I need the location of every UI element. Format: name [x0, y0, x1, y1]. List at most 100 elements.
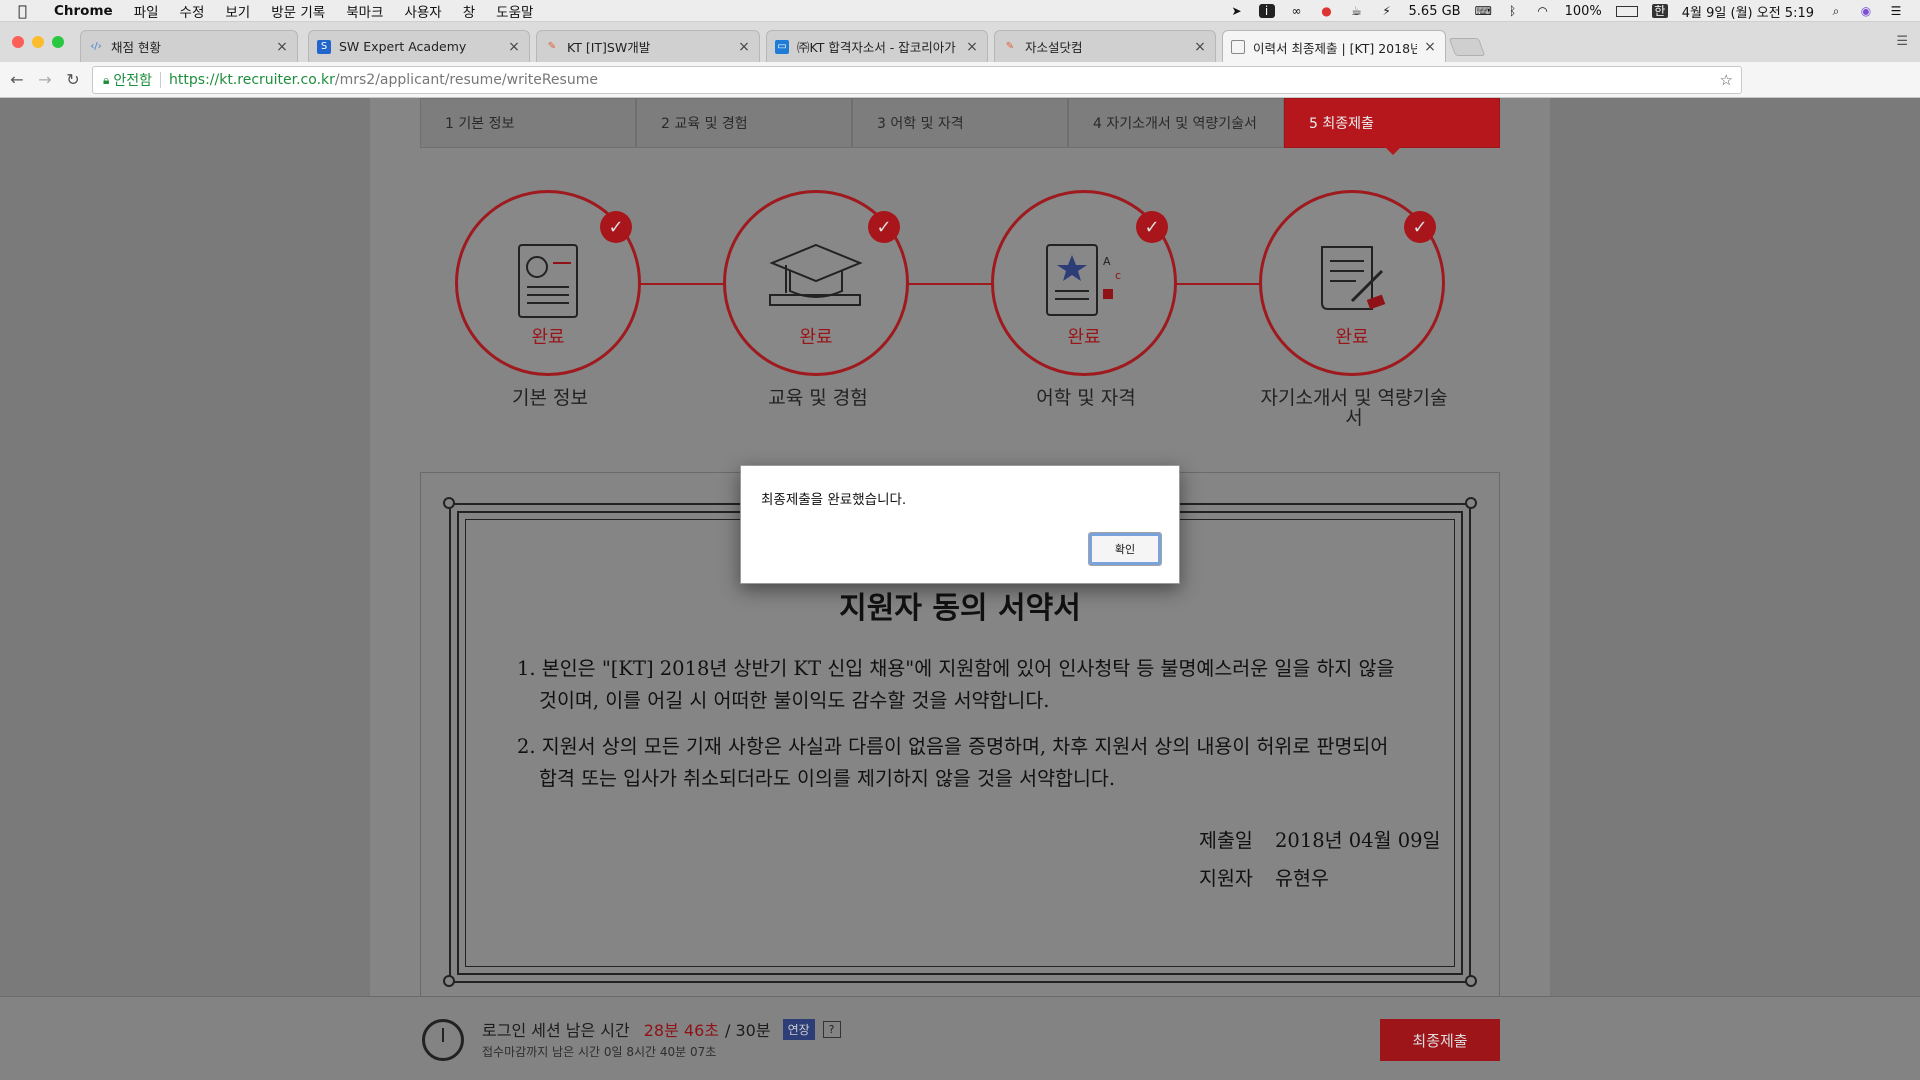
menu-bookmarks[interactable]: 북마크: [346, 1, 383, 21]
close-tab-icon[interactable]: ×: [1193, 39, 1207, 55]
session-bar: 로그인 세션 남은 시간 28분 46초 / 30분 연장 ? 접수마감까지 남…: [0, 996, 1920, 1080]
tab-kt-sw[interactable]: ✎ KT [IT]SW개발 ×: [536, 30, 760, 62]
check-icon: ✓: [600, 211, 632, 243]
border-ornament: [1465, 975, 1477, 987]
forward-icon[interactable]: →: [34, 70, 56, 89]
apple-menu-icon[interactable]: : [18, 2, 40, 20]
battery-icon[interactable]: [1615, 5, 1638, 17]
extend-session-button[interactable]: 연장: [782, 1018, 815, 1040]
progress-label: 어학 및 자격: [1036, 387, 1136, 409]
session-label: 로그인 세션 남은 시간: [482, 1021, 630, 1040]
submission-date-label: 제출일: [1199, 829, 1253, 852]
final-submit-button[interactable]: 최종제출: [1380, 1019, 1500, 1061]
profile-menu-icon[interactable]: ☰: [1896, 34, 1908, 49]
session-timer: 로그인 세션 남은 시간 28분 46초 / 30분 연장 ?: [482, 1017, 841, 1041]
session-total: / 30분: [725, 1021, 771, 1040]
tab-title: 자소설닷컴: [1025, 40, 1083, 55]
siri-icon[interactable]: ◉: [1858, 4, 1874, 18]
menu-view[interactable]: 보기: [225, 1, 250, 21]
progress-connector: [908, 283, 992, 285]
reload-icon[interactable]: ↻: [62, 70, 84, 89]
step-navigation: 1 기본 정보 2 교육 및 경험 3 어학 및 자격 4 자기소개서 및 역량…: [420, 98, 1500, 155]
menu-window[interactable]: 창: [463, 1, 475, 21]
tab-resume-final[interactable]: 이력서 최종제출 | [KT] 2018년 상 ×: [1222, 30, 1446, 63]
memory-indicator[interactable]: 5.65 GB: [1409, 4, 1461, 19]
done-label: 완료: [1067, 327, 1101, 348]
bookmark-star-icon[interactable]: ☆: [1720, 71, 1733, 89]
close-window-button[interactable]: [12, 36, 24, 48]
menu-people[interactable]: 사용자: [404, 1, 441, 21]
tab-sw-expert-academy[interactable]: S SW Expert Academy ×: [308, 30, 530, 62]
close-tab-icon[interactable]: ×: [507, 39, 521, 55]
menu-edit[interactable]: 수정: [180, 1, 205, 21]
tab-title: ㈜KT 합격자소서 - 잡코리아가 까다: [797, 40, 959, 55]
tab-grading-status[interactable]: ‹/› 채점 현황 ×: [80, 30, 298, 62]
timer-icon: [422, 1019, 464, 1061]
step-education[interactable]: 2 교육 및 경험: [636, 98, 852, 148]
svg-text:A: A: [1103, 255, 1111, 268]
progress-circle: ✓ A c 완료: [991, 190, 1177, 376]
new-tab-button[interactable]: [1448, 38, 1486, 56]
close-tab-icon[interactable]: ×: [1423, 39, 1437, 55]
border-ornament: [443, 975, 455, 987]
menu-help[interactable]: 도움말: [496, 1, 533, 21]
applicant-label: 지원자: [1199, 867, 1253, 890]
wifi-icon[interactable]: ◠: [1535, 4, 1551, 18]
progress-item-basic-info: ✓ 완료 기본 정보: [455, 190, 645, 408]
menu-app-chrome[interactable]: Chrome: [54, 3, 113, 19]
clock[interactable]: 4월 9일 (월) 오전 5:19: [1682, 2, 1814, 21]
tab-jobkorea[interactable]: ▭ ㈜KT 합격자소서 - 잡코리아가 까다 ×: [766, 30, 988, 62]
step-basic-info[interactable]: 1 기본 정보: [420, 98, 636, 148]
alert-dialog: 최종제출을 완료했습니다. 확인: [740, 465, 1180, 584]
deadline-remaining: 접수마감까지 남은 시간 0일 8시간 40분 07초: [482, 1045, 717, 1059]
svg-text:c: c: [1115, 269, 1121, 282]
step-final-submit[interactable]: 5 최종제출: [1284, 98, 1500, 155]
page-viewport: 1 기본 정보 2 교육 및 경험 3 어학 및 자격 4 자기소개서 및 역량…: [0, 98, 1920, 1080]
location-arrow-icon[interactable]: ➤: [1229, 4, 1245, 18]
certificate-icon: A c: [1046, 244, 1121, 316]
app-tray-icon[interactable]: i: [1258, 4, 1275, 18]
done-label: 완료: [531, 327, 565, 348]
coffee-icon[interactable]: ☕: [1349, 4, 1365, 18]
progress-label: 자기소개서 및 역량기술서: [1260, 387, 1448, 429]
input-method-icon[interactable]: ⌨: [1475, 4, 1492, 18]
address-bar[interactable]: 🔒︎ 안전함 https://kt.recruiter.co.kr /mrs2/…: [92, 66, 1742, 94]
progress-circle: ✓ 완료: [723, 190, 909, 376]
url-path: /mrs2/applicant/resume/writeResume: [334, 72, 598, 88]
notification-center-icon[interactable]: ☰: [1888, 4, 1904, 18]
submission-date-row: 제출일 2018년 04월 09일: [1199, 829, 1440, 853]
ok-button[interactable]: 확인: [1088, 532, 1162, 566]
close-tab-icon[interactable]: ×: [737, 39, 751, 55]
oath-list: 1. 본인은 "[KT] 2018년 상반기 KT 신입 채용"에 지원함에 있…: [517, 653, 1407, 809]
close-tab-icon[interactable]: ×: [965, 39, 979, 55]
glasses-icon[interactable]: ∞: [1289, 4, 1305, 18]
step-essay[interactable]: 4 자기소개서 및 역량기술서: [1068, 98, 1284, 148]
progress-connector: [640, 283, 724, 285]
minimize-window-button[interactable]: [32, 36, 44, 48]
spotlight-search-icon[interactable]: ⌕: [1828, 4, 1844, 18]
progress-item-language: ✓ A c 완료 어학 및 자격: [991, 190, 1181, 408]
tab-jasoseol[interactable]: ✎ 자소설닷컴 ×: [994, 30, 1216, 62]
help-button[interactable]: ?: [822, 1020, 841, 1038]
progress-item-education: ✓ 완료 교육 및 경험: [723, 190, 913, 408]
menu-history[interactable]: 방문 기록: [271, 1, 325, 21]
battery-percent[interactable]: 100%: [1565, 4, 1602, 19]
address-separator: [160, 72, 162, 88]
secure-label: 안전함: [113, 73, 153, 89]
zoom-window-button[interactable]: [52, 36, 64, 48]
close-tab-icon[interactable]: ×: [275, 39, 289, 55]
lock-icon[interactable]: 🔒︎: [103, 73, 109, 88]
tab-title: SW Expert Academy: [339, 39, 467, 54]
korean-input-icon[interactable]: 한: [1651, 4, 1668, 18]
tab-title: KT [IT]SW개발: [567, 40, 651, 55]
lightning-icon[interactable]: ⚡: [1379, 4, 1395, 18]
step-language[interactable]: 3 어학 및 자격: [852, 98, 1068, 148]
notification-icon[interactable]: ●: [1319, 4, 1335, 18]
oath-title: 지원자 동의 서약서: [839, 591, 1081, 626]
bluetooth-icon[interactable]: ᛒ: [1505, 4, 1521, 18]
menu-file[interactable]: 파일: [134, 1, 159, 21]
sw-academy-icon: S: [317, 39, 331, 54]
progress-circle: ✓ 완료: [455, 190, 641, 376]
back-icon[interactable]: ←: [6, 70, 28, 89]
progress-label: 교육 및 경험: [768, 387, 868, 409]
